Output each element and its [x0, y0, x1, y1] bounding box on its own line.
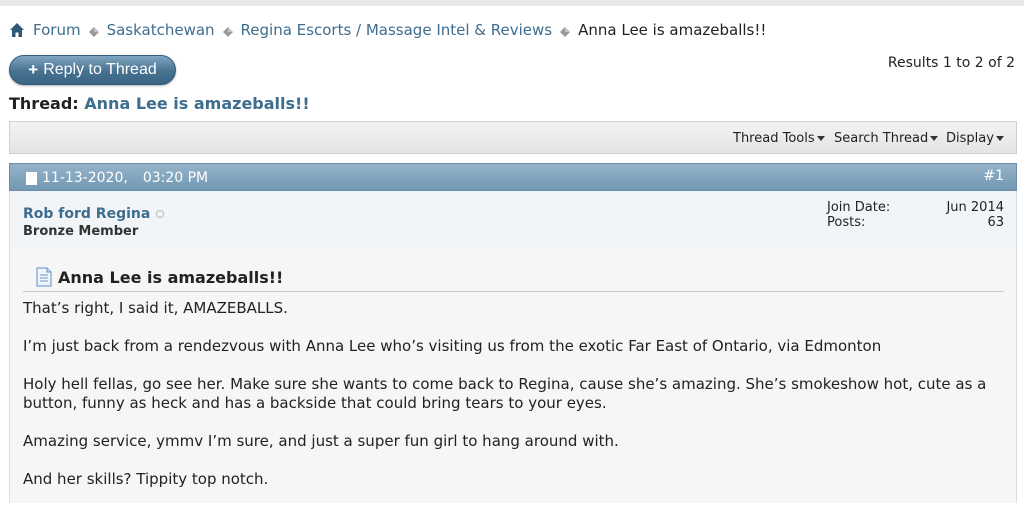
search-thread-menu[interactable]: Search Thread — [834, 131, 939, 146]
post-body: Anna Lee is amazeballs!! That’s right, I… — [9, 247, 1017, 503]
join-date-row: Join Date: Jun 2014 — [827, 200, 1004, 215]
posts-row: Posts: 63 — [827, 215, 1004, 230]
results-count: Results 1 to 2 of 2 — [887, 55, 1015, 71]
post-date-text: 11-13-2020, — [42, 170, 128, 186]
thread-tools-menu[interactable]: Thread Tools — [733, 131, 825, 146]
posts-label: Posts: — [827, 215, 866, 230]
post-title: Anna Lee is amazeballs!! — [23, 263, 1004, 292]
join-date-label: Join Date: — [827, 200, 891, 215]
caret-down-icon — [816, 136, 825, 141]
post-paragraph: Amazing service, ymmv I’m sure, and just… — [23, 432, 619, 450]
plus-icon: + — [28, 60, 39, 79]
display-menu[interactable]: Display — [946, 131, 1004, 146]
thread-title: Thread: Anna Lee is amazeballs!! — [9, 94, 310, 113]
caret-down-icon — [995, 136, 1004, 141]
post-title-text: Anna Lee is amazeballs!! — [58, 267, 284, 287]
reply-button-label: Reply to Thread — [43, 61, 157, 78]
user-rank: Bronze Member — [23, 224, 139, 239]
breadcrumb-separator-icon — [88, 24, 100, 37]
post-date: 11-13-2020, 03:20 PM — [26, 170, 208, 186]
breadcrumb: Forum Saskatchewan Regina Escorts / Mass… — [9, 20, 766, 40]
post-paragraph: That’s right, I said it, AMAZEBALLS. — [23, 299, 288, 317]
top-border — [0, 0, 1024, 6]
breadcrumb-saskatchewan[interactable]: Saskatchewan — [107, 21, 215, 39]
display-label: Display — [946, 131, 994, 146]
breadcrumb-current: Anna Lee is amazeballs!! — [578, 21, 767, 39]
post-header: 11-13-2020, 03:20 PM #1 — [9, 163, 1017, 191]
username-text: Rob ford Regina — [23, 206, 151, 222]
posts-value: 63 — [987, 215, 1004, 230]
user-info: Rob ford Regina Bronze Member Join Date:… — [9, 191, 1017, 247]
thread-label: Thread: — [9, 94, 79, 113]
post-message: That’s right, I said it, AMAZEBALLS. I’m… — [23, 299, 1003, 508]
post-paragraph: I’m just back from a rendezvous with Ann… — [23, 337, 882, 355]
thread-title-link[interactable]: Anna Lee is amazeballs!! — [84, 94, 309, 113]
breadcrumb-separator-icon — [222, 24, 234, 37]
username-link[interactable]: Rob ford Regina — [23, 206, 165, 222]
home-icon[interactable] — [9, 22, 25, 38]
post-number-link[interactable]: #1 — [983, 168, 1004, 184]
search-thread-label: Search Thread — [834, 131, 929, 146]
breadcrumb-separator-icon — [559, 24, 571, 37]
caret-down-icon — [930, 136, 939, 141]
thread-tools-bar: Thread Tools Search Thread Display — [9, 121, 1017, 154]
breadcrumb-regina-reviews[interactable]: Regina Escorts / Massage Intel & Reviews — [241, 21, 553, 39]
breadcrumb-forum[interactable]: Forum — [33, 21, 81, 39]
offline-status-icon — [156, 210, 165, 218]
post-paragraph: And her skills? Tippity top notch. — [23, 470, 269, 488]
thread-tools-label: Thread Tools — [733, 131, 815, 146]
post-document-icon — [35, 267, 53, 287]
join-date-value: Jun 2014 — [946, 200, 1004, 215]
post-paragraph: Holy hell fellas, go see her. Make sure … — [23, 375, 987, 412]
document-icon — [26, 171, 37, 185]
reply-to-thread-button[interactable]: + Reply to Thread — [9, 55, 176, 85]
post-time-text: 03:20 PM — [142, 170, 209, 186]
